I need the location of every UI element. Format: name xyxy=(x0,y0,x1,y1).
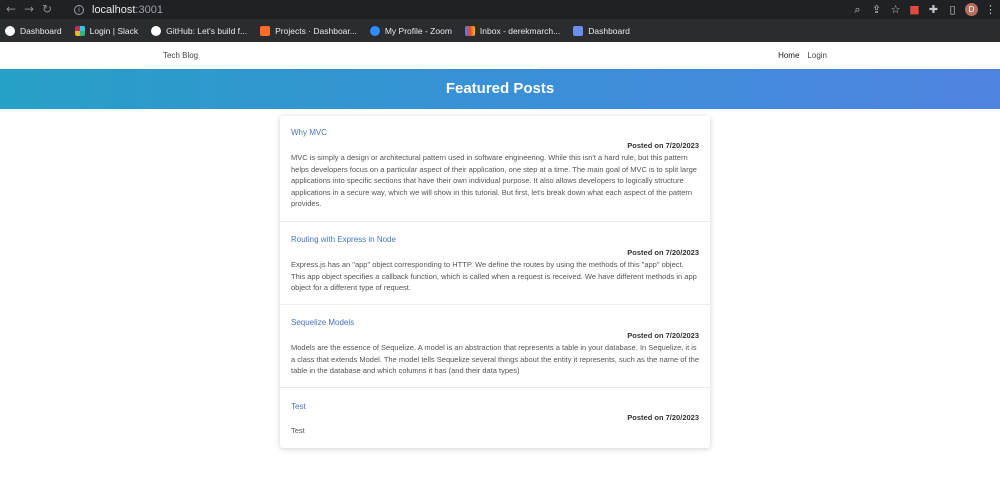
hero-banner: Featured Posts xyxy=(0,69,1000,109)
bookmark-star-icon[interactable]: ☆ xyxy=(886,0,905,19)
forward-arrow-icon[interactable]: → xyxy=(20,0,38,19)
github-icon xyxy=(5,25,15,36)
menu-dots-icon[interactable]: ⋮ xyxy=(981,0,1000,19)
bookmark-item[interactable]: Projects · Dashboar... xyxy=(260,25,357,36)
bookmark-label: Dashboard xyxy=(588,25,630,36)
post-date: Posted on 7/20/2023 xyxy=(627,141,699,150)
post-item: Why MVC Posted on 7/20/2023 MVC is simpl… xyxy=(280,116,710,222)
gitlab-icon xyxy=(260,25,271,36)
browser-toolbar: ← → ↻ i localhost :3001 ⌕ ⇪ ☆ ■ ✚ ▯ D ⋮ xyxy=(0,0,1000,19)
github-icon xyxy=(151,25,162,36)
nav-links: Home Login xyxy=(778,51,827,60)
profile-avatar[interactable]: D xyxy=(965,3,978,16)
bookmark-item[interactable]: Dashboard xyxy=(5,25,62,36)
bookmark-item[interactable]: GitHub: Let's build f... xyxy=(151,25,248,36)
post-title-link[interactable]: Routing with Express in Node xyxy=(291,235,396,244)
post-body: MVC is simply a design or architectural … xyxy=(291,153,697,208)
post-body: Test xyxy=(291,426,305,435)
zoom-icon xyxy=(369,25,380,36)
address-bar[interactable]: i localhost :3001 xyxy=(63,1,823,18)
post-date: Posted on 7/20/2023 xyxy=(627,331,699,340)
bookmark-label: Inbox - derekmarch... xyxy=(479,25,561,36)
bookmark-item[interactable]: Login | Slack xyxy=(74,25,139,36)
site-brand[interactable]: Tech Blog xyxy=(163,51,198,60)
bookmark-item[interactable]: My Profile - Zoom xyxy=(369,25,452,36)
post-date: Posted on 7/20/2023 xyxy=(627,248,699,257)
bookmark-label: Projects · Dashboar... xyxy=(275,25,357,36)
post-body: Express.js has an "app" object correspon… xyxy=(291,260,697,292)
post-item: Routing with Express in Node Posted on 7… xyxy=(280,222,710,305)
back-arrow-icon[interactable]: ← xyxy=(2,0,20,19)
posts-card: Why MVC Posted on 7/20/2023 MVC is simpl… xyxy=(280,116,710,448)
bookmark-label: GitHub: Let's build f... xyxy=(166,25,248,36)
gmail-icon xyxy=(464,25,475,36)
zoom-icon[interactable]: ⌕ xyxy=(848,0,867,19)
reload-icon[interactable]: ↻ xyxy=(38,0,56,19)
post-item: Sequelize Models Posted on 7/20/2023 Mod… xyxy=(280,305,710,388)
post-title-link[interactable]: Why MVC xyxy=(291,128,327,137)
bookmark-item[interactable]: Inbox - derekmarch... xyxy=(464,25,561,36)
url-port: :3001 xyxy=(135,3,163,16)
bookmark-label: My Profile - Zoom xyxy=(384,25,452,36)
share-icon[interactable]: ⇪ xyxy=(867,0,886,19)
slack-icon xyxy=(74,25,85,36)
url-host: localhost xyxy=(92,3,136,16)
nav-login-link[interactable]: Login xyxy=(807,51,827,60)
site-navbar: Tech Blog Home Login xyxy=(0,42,1000,69)
side-panel-icon[interactable]: ▯ xyxy=(943,0,962,19)
bookmark-label: Dashboard xyxy=(20,25,62,36)
post-title-link[interactable]: Sequelize Models xyxy=(291,318,354,327)
nav-home-link[interactable]: Home xyxy=(778,51,799,60)
bookmark-item[interactable]: Dashboard xyxy=(573,25,630,36)
post-item: Test Posted on 7/20/2023 Test xyxy=(280,388,710,448)
site-info-icon[interactable]: i xyxy=(74,4,84,15)
extensions-puzzle-icon[interactable]: ✚ xyxy=(924,0,943,19)
bookmarks-bar: Dashboard Login | Slack GitHub: Let's bu… xyxy=(0,19,1000,42)
extension-icon[interactable]: ■ xyxy=(905,0,924,19)
bookmark-label: Login | Slack xyxy=(89,25,139,36)
dashboard-icon xyxy=(573,25,584,36)
post-title-link[interactable]: Test xyxy=(291,402,306,411)
post-body: Models are the essence of Sequelize. A m… xyxy=(291,343,700,375)
post-date: Posted on 7/20/2023 xyxy=(627,413,699,422)
page-title: Featured Posts xyxy=(445,80,555,97)
